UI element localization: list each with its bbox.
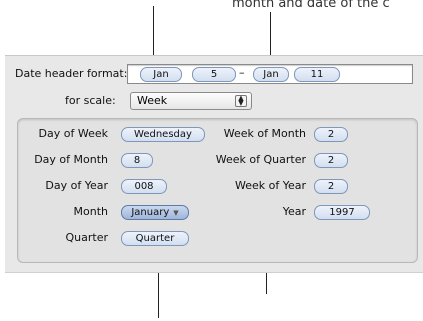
week-of-month-label: Week of Month <box>223 127 306 140</box>
month-token[interactable]: January ▼ <box>121 205 189 220</box>
day-of-year-label: Day of Year <box>45 179 108 192</box>
quarter-token[interactable]: Quarter <box>121 231 189 246</box>
format-token-day-start[interactable]: 5 <box>192 67 236 82</box>
year-label: Year <box>282 205 306 218</box>
day-of-month-token[interactable]: 8 <box>121 153 153 168</box>
format-separator: – <box>239 66 245 79</box>
format-token-month-start[interactable]: Jan <box>140 67 182 82</box>
day-of-week-label: Day of Week <box>38 127 108 140</box>
week-of-year-token[interactable]: 2 <box>314 179 348 194</box>
week-of-quarter-token[interactable]: 2 <box>314 153 348 168</box>
chevron-down-icon: ▼ <box>173 209 179 217</box>
date-header-format-field[interactable]: Jan 5 – Jan 11 <box>127 64 413 84</box>
day-of-week-token[interactable]: Wednesday <box>121 127 205 142</box>
popup-stepper-icon: ▲ ▼ <box>235 95 247 107</box>
date-header-format-label: Date header format: <box>15 67 128 80</box>
date-elements-group: Day of Week Wednesday Day of Month 8 Day… <box>17 118 418 263</box>
format-token-month-end[interactable]: Jan <box>253 67 289 82</box>
week-of-quarter-label: Week of Quarter <box>215 153 306 166</box>
week-of-year-label: Week of Year <box>234 179 306 192</box>
scale-popup[interactable]: Week ▲ ▼ <box>130 92 252 110</box>
date-format-panel: Date header format: Jan 5 – Jan 11 for s… <box>5 55 423 273</box>
day-of-year-token[interactable]: 008 <box>121 179 167 194</box>
scale-popup-value: Week <box>137 94 168 107</box>
quarter-label: Quarter <box>65 231 109 244</box>
callout-caption: month and date of the c <box>232 0 390 11</box>
for-scale-label: for scale: <box>65 94 116 107</box>
year-token[interactable]: 1997 <box>314 205 370 220</box>
month-token-value: January <box>131 207 170 218</box>
day-of-month-label: Day of Month <box>34 153 108 166</box>
month-label: Month <box>73 205 108 218</box>
week-of-month-token[interactable]: 2 <box>314 127 348 142</box>
format-token-day-end[interactable]: 11 <box>294 67 340 82</box>
